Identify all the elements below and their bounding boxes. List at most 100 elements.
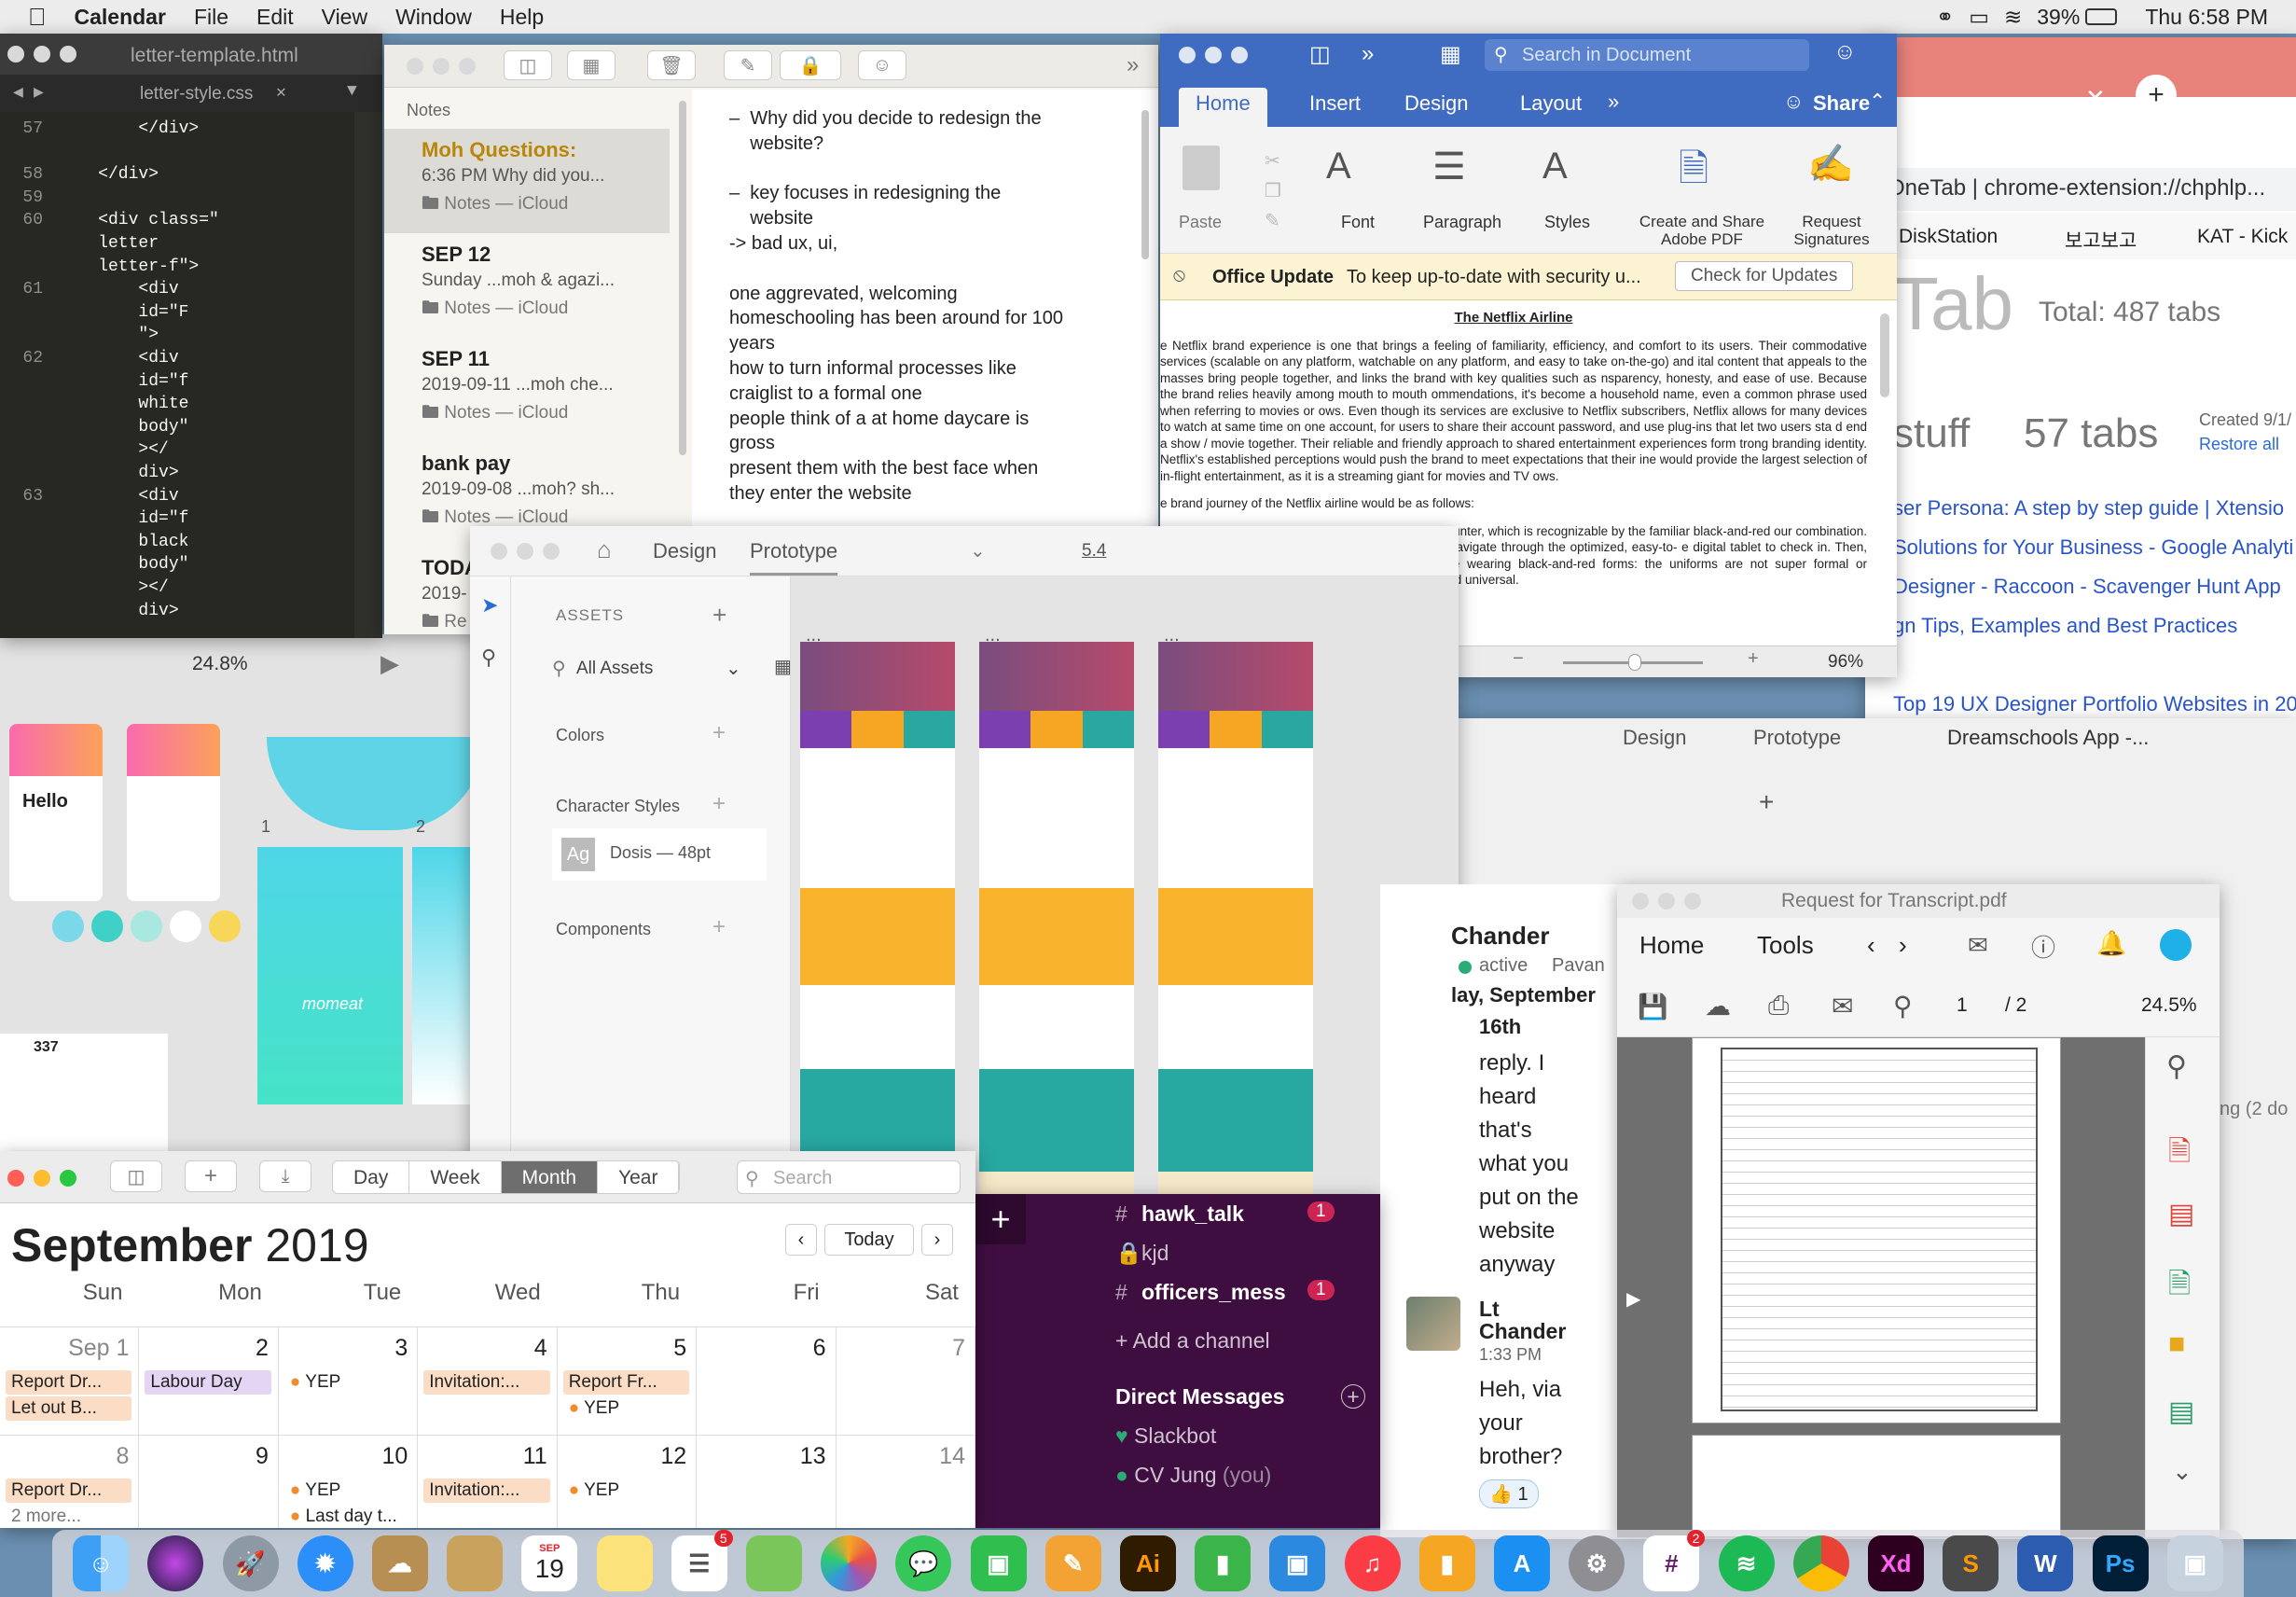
word-search-field[interactable]: ⚲ Search in Document	[1485, 39, 1809, 71]
add-component-icon[interactable]: +	[712, 914, 726, 940]
system-preferences-icon[interactable]: ⚙	[1569, 1535, 1625, 1591]
pdf-page-area[interactable]: ▶	[1617, 1037, 2145, 1537]
styles-icon[interactable]: A	[1542, 146, 1568, 187]
lock-icon[interactable]: 🔒	[780, 50, 841, 80]
today-button[interactable]: Today	[824, 1224, 914, 1256]
zoom-slider-thumb[interactable]	[1628, 654, 1641, 671]
onetab-link[interactable]: Designer - Raccoon - Scavenger Hunt App	[1893, 575, 2281, 599]
direct-messages-header[interactable]: Direct Messages +	[1115, 1384, 1380, 1410]
minimize-icon[interactable]	[433, 58, 450, 75]
request-signatures-label[interactable]: Request Signatures	[1776, 213, 1888, 248]
font-label[interactable]: Font	[1341, 213, 1375, 232]
artboard-hello[interactable]: Hello	[9, 724, 103, 901]
calendar-event[interactable]: ● YEP	[284, 1370, 410, 1395]
note-list-item[interactable]: SEP 11 2019-09-11 ...moh che... 🖿 Notes — …	[384, 338, 670, 442]
copy-icon[interactable]: ❐	[1265, 179, 1281, 202]
facetime-icon[interactable]: ▣	[970, 1535, 1027, 1591]
apple-icon[interactable]: 	[28, 3, 47, 32]
calendar-event[interactable]: ● YEP	[563, 1396, 689, 1421]
calendar-event[interactable]: Report Dr...	[6, 1479, 132, 1503]
upload-icon[interactable]: ☁	[1705, 991, 1731, 1021]
direct-message-item[interactable]: ● CV Jung (you)	[1115, 1463, 1271, 1488]
select-tool-icon[interactable]: ➤	[481, 593, 498, 618]
zoom-percent[interactable]: 96%	[1828, 652, 1863, 673]
close-icon[interactable]	[7, 46, 24, 62]
tab-design[interactable]: Design	[1404, 91, 1468, 116]
music-icon[interactable]: ♫	[1344, 1535, 1401, 1591]
zoom-icon[interactable]	[60, 1170, 76, 1187]
day-cell[interactable]: 5 Report Fr... ● YEP	[557, 1327, 698, 1436]
numbers-icon[interactable]: ▮	[1195, 1535, 1252, 1591]
menu-edit[interactable]: Edit	[256, 5, 294, 30]
day-cell[interactable]: 6	[697, 1327, 837, 1436]
chevron-down-icon[interactable]: ⌄	[726, 657, 741, 680]
export-pdf-icon[interactable]: 🗎	[2168, 1131, 2191, 1178]
view-year[interactable]: Year	[598, 1161, 680, 1193]
onetab-link[interactable]: Top 19 UX Designer Portfolio Websites in…	[1893, 692, 2296, 716]
paragraph-icon[interactable]: ☰	[1432, 146, 1466, 188]
day-cell[interactable]: 8 Report Dr... 2 more...	[0, 1436, 140, 1528]
finder-icon[interactable]: ☺	[73, 1535, 130, 1591]
comment-tool-icon[interactable]: ■	[2168, 1328, 2185, 1360]
tab-insert[interactable]: Insert	[1309, 91, 1361, 116]
xd-icon[interactable]: Xd	[1867, 1535, 1924, 1591]
zoom-icon[interactable]	[543, 543, 560, 560]
paste-icon[interactable]	[1183, 146, 1220, 190]
compare-icon[interactable]: ▤	[2168, 1396, 2194, 1428]
more-icon[interactable]: »	[1127, 52, 1139, 78]
menu-view[interactable]: View	[322, 5, 367, 30]
search-icon[interactable]: ⚲	[481, 646, 496, 670]
siri-icon[interactable]	[147, 1535, 204, 1591]
xd-tab-prototype[interactable]: Prototype	[750, 539, 838, 576]
chevron-down-icon[interactable]: ▼	[347, 82, 357, 101]
calendar-event[interactable]: Let out B...	[6, 1396, 132, 1421]
calendar-event[interactable]: ● Last day t...	[284, 1505, 410, 1528]
menu-help[interactable]: Help	[500, 5, 544, 30]
paste-label[interactable]: Paste	[1179, 213, 1222, 232]
zoom-icon[interactable]	[60, 46, 76, 62]
more-icon[interactable]: »	[1362, 41, 1374, 67]
slack-channel[interactable]: # officers_mess 1	[1026, 1272, 1380, 1312]
maps-icon[interactable]	[745, 1535, 802, 1591]
onetab-link[interactable]: gn Tips, Examples and Best Practices	[1893, 614, 2237, 638]
mail-icon[interactable]: ✉	[1832, 991, 1853, 1021]
smiley-icon[interactable]: ☺	[1833, 39, 1857, 65]
adobe-pdf-label[interactable]: Create and Share Adobe PDF	[1632, 213, 1772, 248]
zoom-in-icon[interactable]: ⚲	[2166, 1050, 2187, 1083]
slack-channel[interactable]: # hawk_talk 1	[1026, 1194, 1380, 1233]
page-number-input[interactable]: 1	[1957, 994, 1968, 1017]
spotify-icon[interactable]: ≋	[1718, 1535, 1775, 1591]
add-icon[interactable]: +	[1759, 787, 1774, 817]
adobe-pdf-icon[interactable]: 🗎	[1679, 142, 1708, 205]
menu-window[interactable]: Window	[395, 5, 472, 30]
character-style-item[interactable]: Ag Dosis — 48pt	[552, 828, 767, 881]
zoom-level[interactable]: 24.8%	[192, 653, 248, 675]
xd-document-title[interactable]: Dreamschools App -...	[1947, 726, 2149, 750]
zoom-icon[interactable]	[459, 58, 476, 75]
zoom-icon[interactable]	[1684, 893, 1701, 910]
calendar-event[interactable]: Report Fr...	[562, 1370, 690, 1395]
close-tab-icon[interactable]: ✕	[2085, 84, 2106, 113]
code-area[interactable]: 57 </div> 58 </div> 59 60 <div class=" lett…	[0, 112, 354, 638]
calendars-sidebar-icon[interactable]: ◫	[110, 1160, 162, 1192]
add-event-button[interactable]: +	[185, 1160, 237, 1192]
keynote-icon[interactable]: ▣	[1269, 1535, 1326, 1591]
editor-file-tab[interactable]: letter-template.html	[131, 45, 298, 67]
xd-canvas[interactable]: .........	[791, 576, 1459, 1198]
calendar-event[interactable]: ● YEP	[563, 1479, 689, 1503]
notefile-icon[interactable]	[447, 1535, 504, 1591]
previous-month-button[interactable]: ‹	[785, 1224, 817, 1256]
compose-icon[interactable]: ✎	[724, 50, 772, 80]
avatar[interactable]	[1406, 1297, 1460, 1351]
close-icon[interactable]	[7, 1170, 24, 1187]
add-character-style-icon[interactable]: +	[712, 791, 726, 817]
artboard-337[interactable]: 337	[0, 1034, 168, 1157]
reminders-icon[interactable]: ☰ 5	[671, 1530, 733, 1591]
check-updates-button[interactable]: Check for Updates	[1675, 261, 1854, 291]
notes-icon[interactable]	[596, 1535, 653, 1591]
back-icon[interactable]: ◀	[13, 82, 23, 103]
photos-icon[interactable]	[821, 1535, 878, 1591]
artboard-website[interactable]	[800, 642, 955, 1198]
xd-tab-design[interactable]: Design	[653, 539, 716, 563]
close-icon[interactable]	[491, 543, 507, 560]
